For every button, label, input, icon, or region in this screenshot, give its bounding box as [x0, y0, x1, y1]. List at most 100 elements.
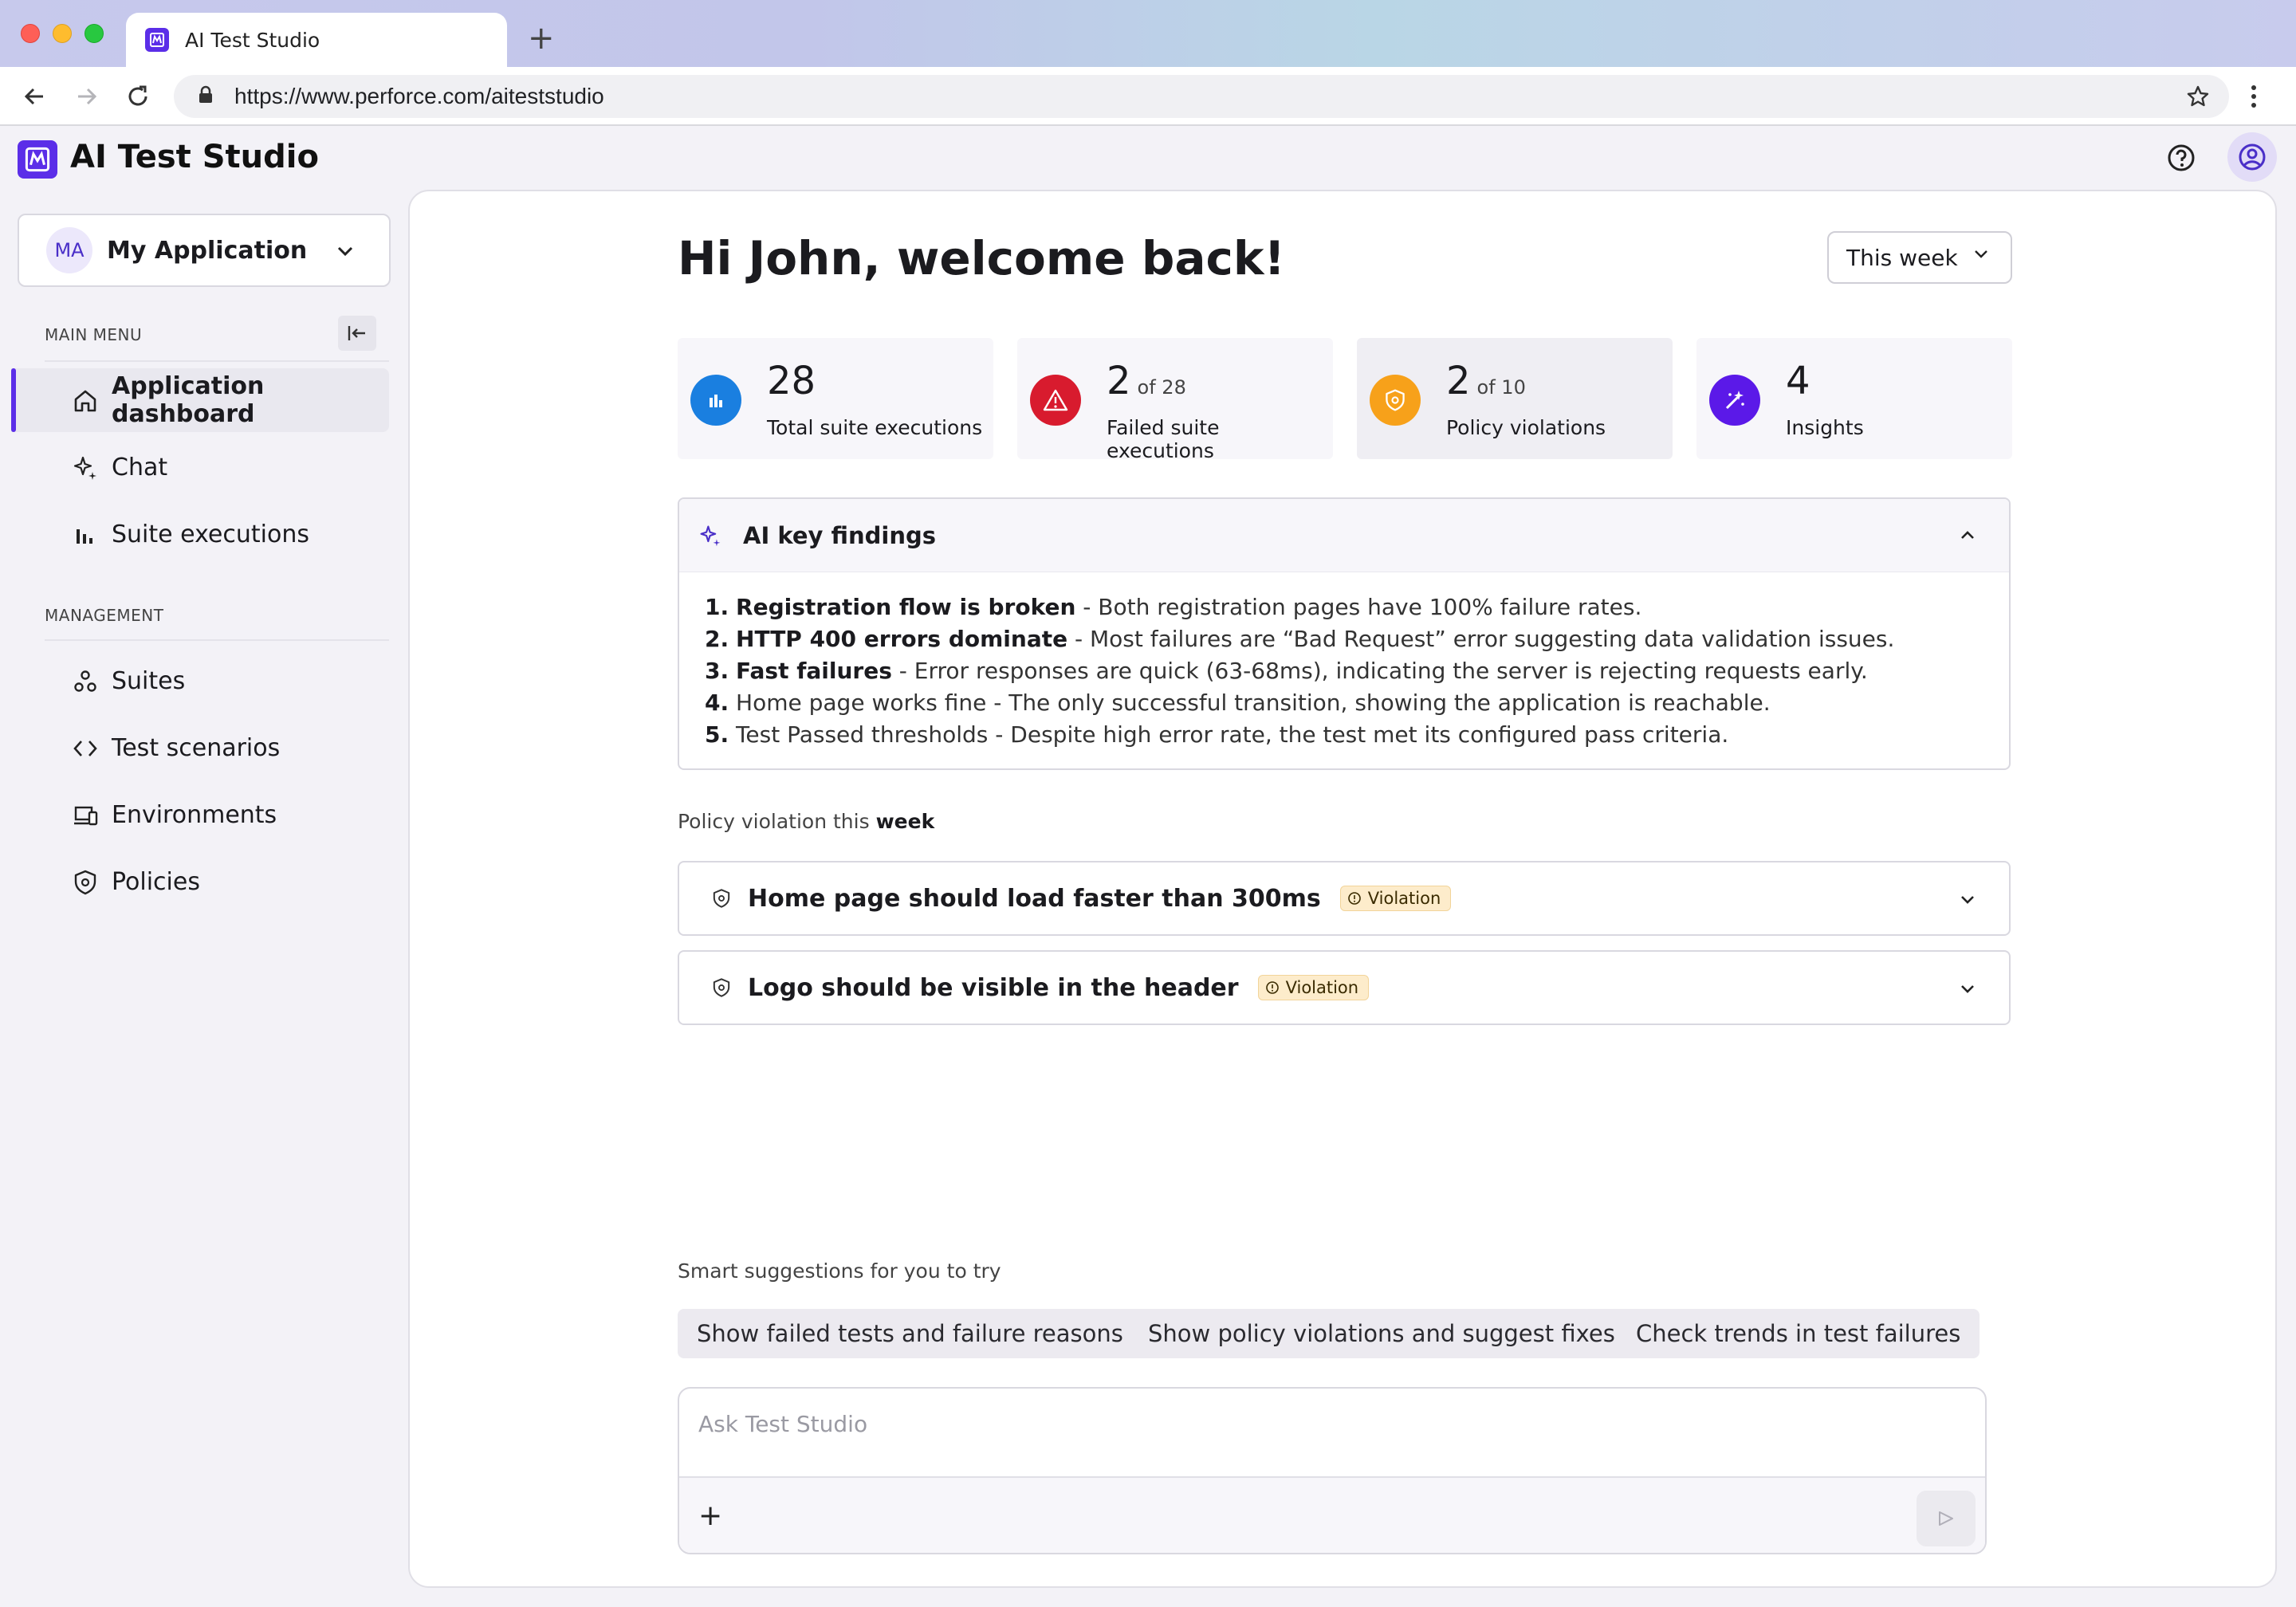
suites-icon: [74, 670, 96, 692]
bookmark-star-icon[interactable]: [2186, 84, 2210, 112]
sidebar-item-chat[interactable]: Chat: [11, 435, 389, 499]
info-icon: [1265, 981, 1279, 994]
policy-title: Home page should load faster than 300ms: [748, 884, 1321, 913]
send-icon: [1939, 1511, 1953, 1526]
divider: [45, 360, 389, 362]
sidebar-item-suites[interactable]: Suites: [11, 649, 389, 713]
list-item: 5. Test Passed thresholds - Despite high…: [705, 721, 1729, 748]
browser-toolbar: https://www.perforce.com/aiteststudio: [0, 67, 2296, 126]
ai-key-findings-panel: AI key findings 1. Registration flow is …: [678, 497, 2011, 770]
sidebar-item-test-scenarios[interactable]: Test scenarios: [11, 716, 389, 780]
bar-chart-icon: [77, 529, 92, 544]
application-name: My Application: [107, 236, 308, 265]
stat-label: Total suite executions: [767, 416, 983, 439]
browser-menu-icon[interactable]: [2248, 81, 2259, 115]
shield-icon: [713, 978, 730, 997]
app-logo-icon[interactable]: [18, 140, 57, 179]
page-title: Hi John, welcome back!: [678, 231, 1285, 285]
chevron-down-icon: [1972, 246, 1990, 266]
magic-wand-icon: [1709, 375, 1760, 426]
chat-input[interactable]: [698, 1411, 1894, 1437]
chevron-down-icon[interactable]: [1958, 890, 1977, 912]
sidebar-item-policies[interactable]: Policies: [11, 850, 389, 914]
window-maximize-button[interactable]: [85, 24, 104, 43]
window-close-button[interactable]: [21, 24, 40, 43]
stat-label: Insights: [1786, 416, 1864, 439]
suggestion-chip[interactable]: Check trends in test failures: [1617, 1309, 1980, 1358]
sidebar-item-label: Policies: [112, 867, 200, 896]
app-logo-icon: [145, 28, 169, 52]
policy-row[interactable]: Logo should be visible in the header Vio…: [678, 950, 2011, 1025]
status-badge: Violation: [1257, 975, 1370, 1000]
stat-label: Failed suite executions: [1107, 416, 1220, 462]
suggestion-chip[interactable]: Show policy violations and suggest fixes: [1129, 1309, 1634, 1358]
sidebar-item-label: Environments: [112, 800, 277, 829]
stat-value: 2 of 28: [1107, 359, 1186, 403]
list-item: 1. Registration flow is broken - Both re…: [705, 594, 1642, 620]
info-icon: [1347, 892, 1361, 905]
policy-section-label: Policy violation this week: [678, 810, 935, 833]
new-tab-button[interactable]: +: [528, 22, 555, 54]
stat-label: Policy violations: [1446, 416, 1606, 439]
stat-value: 4: [1786, 359, 1810, 403]
stat-card-insights[interactable]: 4 Insights: [1696, 338, 2012, 459]
sidebar-item-label: Application dashboard: [112, 372, 265, 428]
divider: [45, 639, 389, 641]
status-badge: Violation: [1339, 886, 1452, 911]
shield-icon: [1370, 375, 1421, 426]
app-title: AI Test Studio: [70, 139, 319, 175]
devices-icon: [74, 806, 98, 826]
stat-card-failed-executions[interactable]: 2 of 28 Failed suite executions: [1017, 338, 1333, 462]
sidebar-item-application-dashboard[interactable]: Application dashboard: [11, 368, 389, 432]
stat-card-policy-violations[interactable]: 2 of 10 Policy violations: [1357, 338, 1673, 459]
chevron-up-icon[interactable]: [1958, 526, 1977, 548]
chevron-down-icon: [335, 241, 356, 265]
home-icon: [74, 390, 96, 412]
url-text: https://www.perforce.com/aiteststudio: [234, 84, 604, 108]
warning-icon: [1030, 375, 1081, 426]
period-label: This week: [1846, 244, 1958, 271]
main-panel: Hi John, welcome back! This week 28 Tota…: [408, 190, 2277, 1588]
chat-toolbar: +: [679, 1476, 1985, 1553]
browser-tab[interactable]: AI Test Studio: [126, 13, 507, 67]
sidebar-item-label: Chat: [112, 453, 168, 481]
bar-chart-icon: [690, 375, 741, 426]
sidebar-item-suite-executions[interactable]: Suite executions: [11, 502, 389, 566]
application-avatar: MA: [46, 227, 92, 273]
url-bar[interactable]: https://www.perforce.com/aiteststudio: [174, 75, 2229, 118]
sidebar-item-label: Test scenarios: [112, 733, 281, 762]
ai-key-findings-title: AI key findings: [743, 521, 937, 549]
browser-tab-title: AI Test Studio: [185, 28, 320, 52]
reload-icon[interactable]: [123, 81, 153, 112]
forward-arrow-icon[interactable]: [72, 81, 102, 112]
management-label: MANAGEMENT: [45, 606, 164, 625]
collapse-sidebar-button[interactable]: [338, 316, 376, 351]
stat-card-total-executions[interactable]: 28 Total suite executions: [678, 338, 993, 459]
list-item: 2. HTTP 400 errors dominate - Most failu…: [705, 626, 1895, 652]
application-selector[interactable]: MA My Application: [18, 214, 391, 287]
help-icon[interactable]: [2165, 142, 2197, 174]
stat-value: 28: [767, 359, 816, 403]
sidebar-item-label: Suites: [112, 666, 186, 695]
suggestion-chip[interactable]: Show failed tests and failure reasons: [678, 1309, 1142, 1358]
collapse-icon: [348, 326, 365, 340]
window-minimize-button[interactable]: [53, 24, 72, 43]
policy-row[interactable]: Home page should load faster than 300ms …: [678, 861, 2011, 936]
sidebar-item-label: Suite executions: [112, 520, 309, 548]
main-menu-label: MAIN MENU: [45, 325, 143, 344]
findings-list: 1. Registration flow is broken - Both re…: [679, 572, 2009, 751]
add-attachment-button[interactable]: +: [698, 1502, 722, 1530]
ai-key-findings-header[interactable]: AI key findings: [679, 499, 2009, 572]
policy-title: Logo should be visible in the header: [748, 973, 1239, 1002]
send-button[interactable]: [1917, 1491, 1976, 1546]
back-arrow-icon[interactable]: [19, 81, 49, 112]
sidebar-item-environments[interactable]: Environments: [11, 783, 389, 847]
period-dropdown[interactable]: This week: [1827, 231, 2012, 284]
browser-tabbar: AI Test Studio +: [0, 0, 2296, 67]
chat-composer: +: [678, 1387, 1987, 1554]
chevron-down-icon[interactable]: [1958, 979, 1977, 1001]
sparkle-icon: [73, 456, 96, 480]
stat-value: 2 of 10: [1446, 359, 1526, 403]
lock-icon: [198, 85, 214, 108]
user-profile-icon[interactable]: [2227, 132, 2277, 182]
